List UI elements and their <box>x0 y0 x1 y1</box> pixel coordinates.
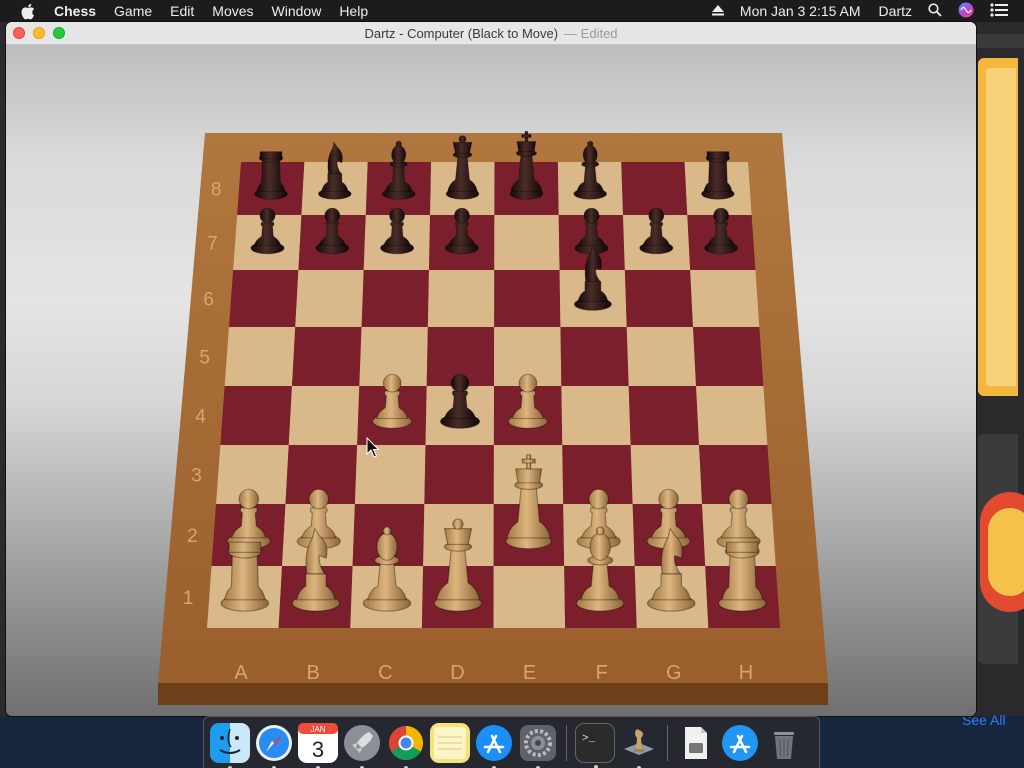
terminal-icon[interactable]: >_ <box>575 722 615 768</box>
square-f4[interactable] <box>561 386 631 445</box>
square-d3[interactable] <box>424 445 494 504</box>
calendar-month: JAN <box>310 725 325 734</box>
edited-indicator: — Edited <box>564 25 618 41</box>
rank-label-7: 7 <box>207 234 218 255</box>
rank-label-2: 2 <box>187 526 198 547</box>
chess-app-icon[interactable] <box>619 723 659 768</box>
square-b4[interactable] <box>288 386 360 445</box>
system-preferences-icon[interactable] <box>518 723 558 768</box>
square-h4[interactable] <box>696 386 768 445</box>
chess-window: Dartz - Computer (Black to Move) — Edite… <box>6 22 976 716</box>
minimize-window-button[interactable] <box>33 27 45 39</box>
file-label-d: D <box>450 662 464 684</box>
eject-icon[interactable] <box>711 3 724 19</box>
chess-board-view[interactable]: A B C D E F G H 1 2 3 4 5 6 7 8 <box>6 45 976 716</box>
square-e6[interactable] <box>494 270 561 327</box>
app-store-downloads-icon[interactable] <box>720 723 760 763</box>
file-label-a: A <box>234 662 248 684</box>
menu-chess[interactable]: Chess <box>54 0 96 22</box>
chrome-icon[interactable] <box>386 723 426 768</box>
rank-label-8: 8 <box>211 180 222 201</box>
documents-folder-icon[interactable] <box>676 723 716 763</box>
square-a6[interactable] <box>228 270 299 327</box>
calendar-day: 3 <box>312 737 324 762</box>
trash-icon[interactable] <box>764 723 804 763</box>
control-center-icon[interactable] <box>990 2 1008 20</box>
launchpad-icon[interactable] <box>342 723 382 768</box>
square-e7[interactable] <box>494 215 560 270</box>
notes-icon[interactable] <box>430 722 470 763</box>
dock: JAN 3 >_ <box>203 716 820 768</box>
zoom-window-button[interactable] <box>53 27 65 39</box>
svg-text:>_: >_ <box>582 733 596 745</box>
dock-separator <box>566 724 567 761</box>
square-h5[interactable] <box>693 327 764 386</box>
background-banner <box>978 58 1018 396</box>
board-frame-edge <box>158 683 828 705</box>
square-c3[interactable] <box>354 445 426 504</box>
square-a4[interactable] <box>220 386 292 445</box>
file-label-c: C <box>378 662 392 684</box>
app-store-icon[interactable] <box>474 723 514 768</box>
rank-label-1: 1 <box>183 588 194 609</box>
menu-game[interactable]: Game <box>114 0 152 22</box>
search-icon[interactable] <box>928 2 942 20</box>
square-g4[interactable] <box>628 386 700 445</box>
square-g6[interactable] <box>624 270 694 327</box>
file-label-g: G <box>666 662 682 684</box>
menubar-user[interactable]: Dartz <box>879 3 912 19</box>
menu-help[interactable]: Help <box>339 0 368 22</box>
rank-label-4: 4 <box>195 407 206 428</box>
file-label-f: F <box>596 662 608 684</box>
menu-window[interactable]: Window <box>272 0 322 22</box>
rank-label-6: 6 <box>203 290 214 311</box>
apple-icon[interactable] <box>20 3 38 20</box>
square-h6[interactable] <box>690 270 760 327</box>
square-b5[interactable] <box>291 327 362 386</box>
rank-label-5: 5 <box>199 348 210 369</box>
square-g5[interactable] <box>626 327 697 386</box>
menubar-clock[interactable]: Mon Jan 3 2:15 AM <box>740 3 861 19</box>
calendar-icon[interactable]: JAN 3 <box>298 722 338 768</box>
menu-edit[interactable]: Edit <box>170 0 194 22</box>
background-toolbar <box>976 34 1024 48</box>
file-label-e: E <box>523 662 536 684</box>
square-e1[interactable] <box>493 566 566 628</box>
rank-label-3: 3 <box>191 466 202 487</box>
menu-bar: Chess Game Edit Moves Window Help Mon Ja… <box>0 0 1024 22</box>
finder-icon[interactable] <box>210 722 250 768</box>
window-title: Dartz - Computer (Black to Move) <box>364 25 559 41</box>
siri-icon[interactable] <box>958 2 974 21</box>
safari-icon[interactable] <box>254 723 294 768</box>
file-label-h: H <box>739 662 753 684</box>
title-bar[interactable]: Dartz - Computer (Black to Move) — Edite… <box>6 22 976 45</box>
square-f5[interactable] <box>560 327 629 386</box>
menu-moves[interactable]: Moves <box>212 0 253 22</box>
square-c6[interactable] <box>361 270 429 327</box>
square-a5[interactable] <box>224 327 296 386</box>
square-b6[interactable] <box>295 270 364 327</box>
dock-separator-2 <box>667 724 668 761</box>
square-d6[interactable] <box>427 270 495 327</box>
background-app-window <box>976 22 1024 716</box>
close-window-button[interactable] <box>13 27 25 39</box>
background-card <box>978 434 1024 664</box>
square-g8[interactable] <box>621 162 688 215</box>
file-label-b: B <box>307 662 320 684</box>
